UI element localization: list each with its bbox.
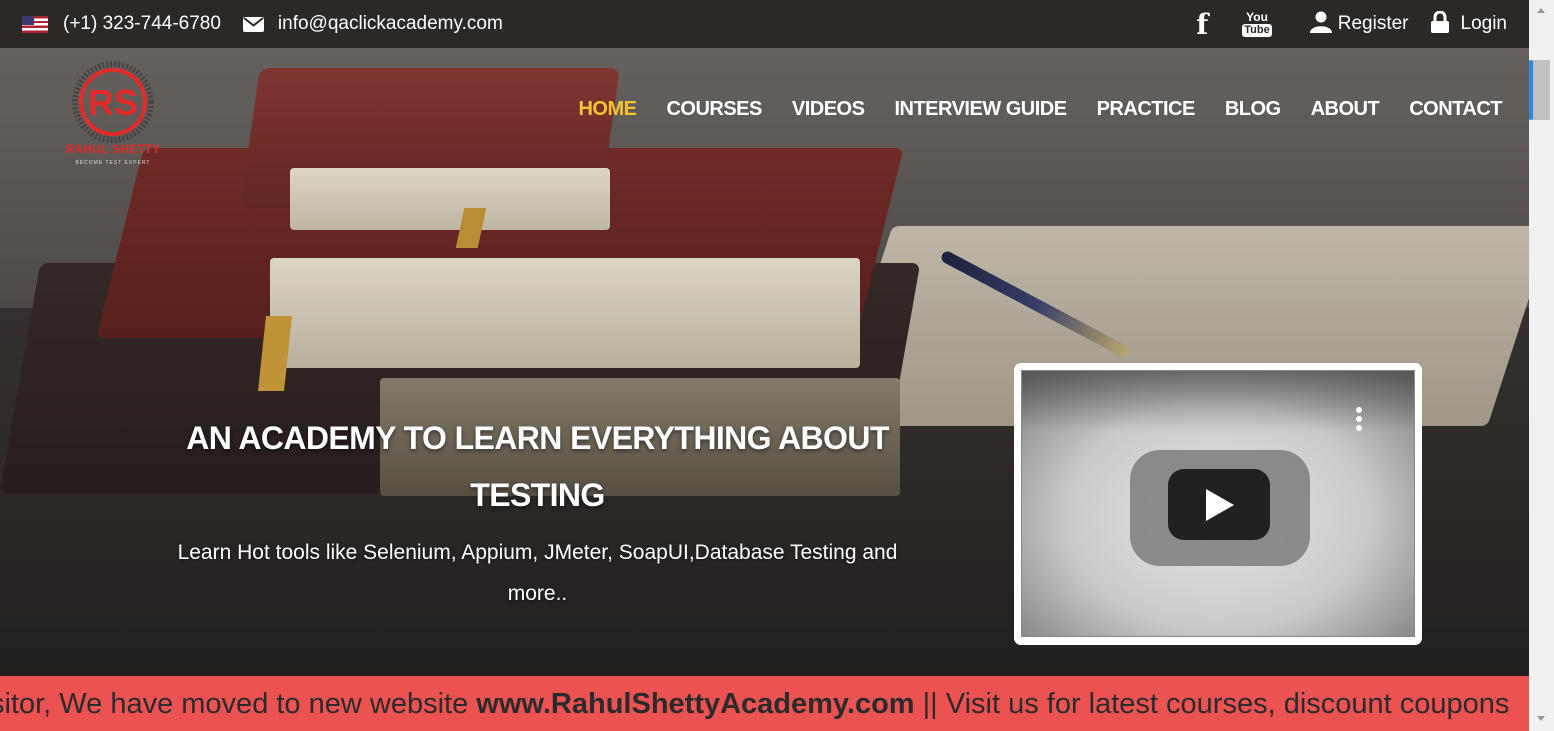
- scrollbar-thumb[interactable]: [1533, 60, 1550, 120]
- announcement-marquee: sitor, We have moved to new website www.…: [0, 676, 1529, 731]
- hero-subtitle: Learn Hot tools like Selenium, Appium, J…: [130, 532, 945, 614]
- youtube-tube-text: Tube: [1242, 24, 1272, 37]
- nav-item-home[interactable]: HOME: [578, 98, 637, 121]
- hero-title-line1: AN ACADEMY TO LEARN EVERYTHING ABOUT: [186, 420, 889, 456]
- page-scrollbar[interactable]: [1529, 0, 1554, 731]
- user-icon: [1309, 11, 1332, 38]
- top-bar: (+1) 323-744-6780 info@qaclickacademy.co…: [0, 0, 1529, 48]
- logo-name: RAHUL SHETTY: [65, 142, 161, 156]
- register-link[interactable]: Register: [1338, 13, 1409, 35]
- login-link[interactable]: Login: [1461, 13, 1508, 35]
- nav-item-blog[interactable]: BLOG: [1225, 98, 1281, 121]
- nav-item-practice[interactable]: PRACTICE: [1097, 98, 1196, 121]
- marquee-website-link[interactable]: www.RahulShettyAcademy.com: [476, 688, 914, 720]
- youtube-icon[interactable]: You Tube: [1242, 10, 1272, 37]
- scroll-down-arrow-icon[interactable]: [1537, 716, 1545, 721]
- svg-text:RS: RS: [88, 82, 138, 123]
- youtube-you-text: You: [1246, 10, 1268, 24]
- video-thumbnail[interactable]: [1021, 370, 1415, 637]
- envelope-icon: [242, 16, 264, 32]
- video-player[interactable]: [1014, 363, 1422, 645]
- marquee-text-after: || Visit us for latest courses, discount…: [914, 688, 1510, 720]
- hero-title: AN ACADEMY TO LEARN EVERYTHING ABOUT TES…: [140, 410, 935, 524]
- hero-title-line2: TESTING: [470, 477, 605, 513]
- nav-item-interview-guide[interactable]: INTERVIEW GUIDE: [894, 98, 1067, 121]
- phone-number: (+1) 323-744-6780: [63, 13, 221, 34]
- hero-subtitle-line2: more..: [507, 582, 568, 605]
- marquee-text-before: sitor, We have moved to new website: [0, 688, 477, 720]
- nav-item-videos[interactable]: VIDEOS: [792, 98, 865, 121]
- email-link[interactable]: info@qaclickacademy.com: [278, 13, 503, 35]
- facebook-icon[interactable]: f: [1196, 8, 1208, 41]
- play-icon: [1206, 489, 1234, 521]
- more-vertical-icon[interactable]: [1356, 407, 1362, 434]
- logo-tagline: BECOME TEST EXPERT: [75, 160, 151, 166]
- site-logo[interactable]: RS RAHUL SHETTY BECOME TEST EXPERT: [58, 60, 168, 170]
- us-flag-icon: [22, 15, 48, 33]
- scroll-up-arrow-icon[interactable]: [1537, 8, 1545, 13]
- nav-item-contact[interactable]: CONTACT: [1409, 98, 1502, 121]
- hero-subtitle-line1: Learn Hot tools like Selenium, Appium, J…: [177, 541, 898, 564]
- nav-item-courses[interactable]: COURSES: [666, 98, 762, 121]
- play-button[interactable]: [1168, 469, 1270, 540]
- scroll-accent-indicator: [1529, 60, 1533, 120]
- nav-item-about[interactable]: ABOUT: [1311, 98, 1380, 121]
- main-nav: HOME COURSES VIDEOS INTERVIEW GUIDE PRAC…: [548, 98, 1502, 121]
- lock-icon: [1430, 10, 1449, 38]
